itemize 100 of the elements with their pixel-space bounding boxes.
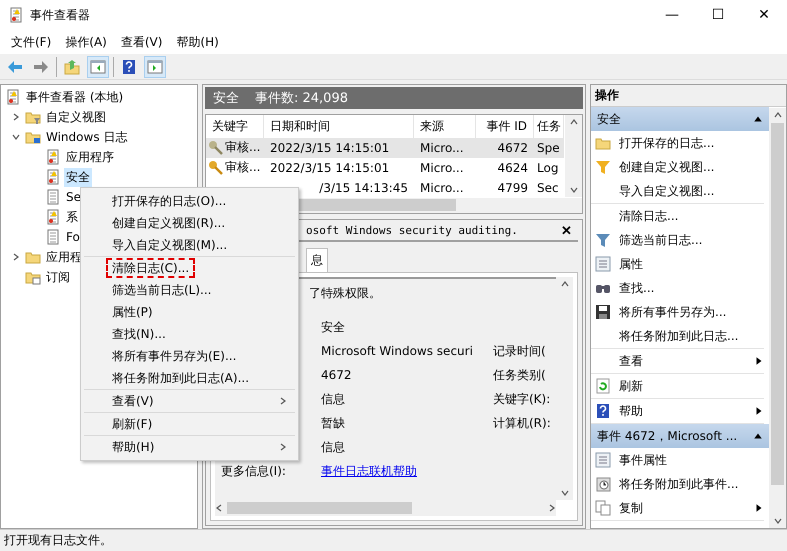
action-item[interactable]: 复制 xyxy=(619,500,746,516)
tree-item[interactable]: Fo xyxy=(64,229,82,245)
action-item[interactable]: 创建自定义视图... xyxy=(619,158,764,176)
action-item[interactable]: 属性 xyxy=(619,256,764,272)
tree-item[interactable]: 系 xyxy=(64,208,80,226)
action-item[interactable]: 打开保存的日志... xyxy=(619,134,764,152)
menu-item[interactable]: 操作(A) xyxy=(58,34,114,50)
action-item[interactable]: 帮助 xyxy=(619,402,746,420)
properties-icon[interactable] xyxy=(595,256,611,272)
field-value: 信息 xyxy=(321,390,346,408)
table-cell-text: Micro... xyxy=(419,180,465,195)
log-icon xyxy=(45,189,61,205)
filter-icon[interactable] xyxy=(595,232,611,248)
scroll-down-icon xyxy=(560,489,568,497)
tree-item[interactable]: 应用程序 xyxy=(64,148,116,166)
window-control-button[interactable]: ☐ xyxy=(695,0,741,30)
field-value: 4672 xyxy=(321,368,353,382)
section-header[interactable]: 安全 xyxy=(591,107,769,131)
event-viewer-icon xyxy=(5,89,21,105)
event-description: 了特殊权限。 xyxy=(309,284,381,302)
field-value: 信息 xyxy=(321,438,346,456)
context-menu-item[interactable]: 帮助(H) xyxy=(84,436,295,458)
table-cell-text: Log xyxy=(536,160,560,175)
copy-icon[interactable] xyxy=(595,500,611,516)
field-value: 暂缺 xyxy=(321,414,346,432)
table-cell-text: Spe xyxy=(536,140,561,155)
table-cell-text: 2022/3/15 14:15:01 xyxy=(269,140,390,155)
action-item[interactable]: 刷新 xyxy=(619,378,764,394)
action-item[interactable]: 清除日志... xyxy=(619,208,764,224)
field-value: Microsoft Windows securi xyxy=(321,344,474,358)
context-menu-item[interactable]: 查找(N)... xyxy=(84,323,295,345)
status-text: 打开现有日志文件。 xyxy=(4,532,112,549)
event-count: 事件数: 24,098 xyxy=(255,90,348,107)
log-icon xyxy=(45,229,61,245)
help-icon[interactable] xyxy=(595,403,611,419)
tree-item[interactable]: 自定义视图 xyxy=(44,108,108,126)
tree-item[interactable]: Se xyxy=(64,189,83,205)
context-menu-item[interactable]: 打开保存的日志(O)... xyxy=(84,190,295,212)
tree-item[interactable]: 安全 xyxy=(64,168,92,186)
key-icon xyxy=(208,160,224,176)
event-title: osoft Windows security auditing. xyxy=(305,224,518,236)
clock-icon[interactable] xyxy=(595,476,611,492)
section-header[interactable]: 事件 4672，Microsoft ... xyxy=(591,424,769,448)
scroll-left-icon xyxy=(215,504,223,512)
context-menu-item[interactable]: 创建自定义视图(R)... xyxy=(84,212,295,234)
field-value: 安全 xyxy=(321,318,346,336)
log-warning-icon xyxy=(45,209,61,225)
window-control-button[interactable]: ✕ xyxy=(741,0,787,30)
tab[interactable]: 息 xyxy=(306,248,328,272)
horizontal-scrollbar[interactable] xyxy=(215,500,556,516)
window-control-button[interactable]: — xyxy=(649,0,695,30)
field-label: 记录时间( xyxy=(493,342,547,360)
table-cell: 审核... xyxy=(225,159,260,176)
table-cell-text: /3/15 14:13:45 xyxy=(318,180,409,195)
context-menu-item[interactable]: 刷新(F) xyxy=(84,413,295,435)
tree-item[interactable]: 订阅 xyxy=(44,268,72,286)
menu-item[interactable]: 帮助(H) xyxy=(169,34,226,50)
context-menu-item[interactable]: 属性(P) xyxy=(84,301,295,323)
scroll-up-icon xyxy=(560,280,568,288)
vertical-scrollbar[interactable] xyxy=(769,108,786,528)
context-menu-item[interactable]: 将任务附加到此日志(A)... xyxy=(84,367,295,389)
table-cell-text: 4799 xyxy=(496,180,529,195)
context-menu-item[interactable]: 筛选当前日志(L)... xyxy=(84,279,295,301)
context-menu-item[interactable]: 清除日志(C)... xyxy=(84,257,295,279)
action-item[interactable]: 查找... xyxy=(619,280,764,296)
scroll-down-icon xyxy=(570,186,578,194)
field-label: 更多信息(I): xyxy=(221,462,287,480)
scroll-right-icon xyxy=(548,504,556,512)
menu-item[interactable]: 文件(F) xyxy=(4,34,58,50)
tree-item[interactable]: Windows 日志 xyxy=(44,128,130,146)
action-item[interactable]: 将任务附加到此日志... xyxy=(619,328,764,344)
tree-item[interactable]: 事件查看器 (本地) xyxy=(24,88,126,106)
help-link[interactable]: 事件日志联机帮助 xyxy=(321,462,417,480)
action-item[interactable]: 将所有事件另存为... xyxy=(619,304,764,320)
table-cell-text: Micro... xyxy=(419,160,465,175)
context-menu-item[interactable]: 查看(V) xyxy=(84,390,295,412)
action-item[interactable]: 将任务附加到此事件... xyxy=(619,476,764,492)
table-cell-text: 4672 xyxy=(496,140,529,155)
menu-item[interactable]: 查看(V) xyxy=(114,34,170,50)
window-title: 事件查看器 xyxy=(30,6,91,24)
context-menu-item[interactable]: 将所有事件另存为(E)... xyxy=(84,345,295,367)
refresh-icon[interactable] xyxy=(595,378,611,394)
vertical-scrollbar[interactable] xyxy=(565,115,582,197)
close-button[interactable]: ✕ xyxy=(555,222,578,238)
key-icon xyxy=(208,140,224,156)
selected-row[interactable]: 审核... 2022/3/15 14:15:01 Micro... 4672 Spe xyxy=(206,138,564,158)
table-cell: 审核... xyxy=(225,139,260,156)
scroll-up-icon xyxy=(570,118,578,126)
action-item[interactable]: 事件属性 xyxy=(619,452,764,468)
pane-title: 操作 xyxy=(591,85,786,107)
properties-icon[interactable] xyxy=(595,452,611,468)
context-menu-item[interactable]: 导入自定义视图(M)... xyxy=(84,234,295,256)
action-item[interactable]: 查看 xyxy=(619,352,746,370)
field-label: 任务类别( xyxy=(493,366,547,384)
action-item[interactable]: 筛选当前日志... xyxy=(619,232,764,248)
event-viewer-icon xyxy=(8,7,24,23)
table-cell-text: 4624 xyxy=(496,160,529,175)
log-name: 安全 xyxy=(213,90,239,107)
action-item[interactable]: 导入自定义视图... xyxy=(619,182,764,200)
scroll-up-icon xyxy=(774,111,782,119)
